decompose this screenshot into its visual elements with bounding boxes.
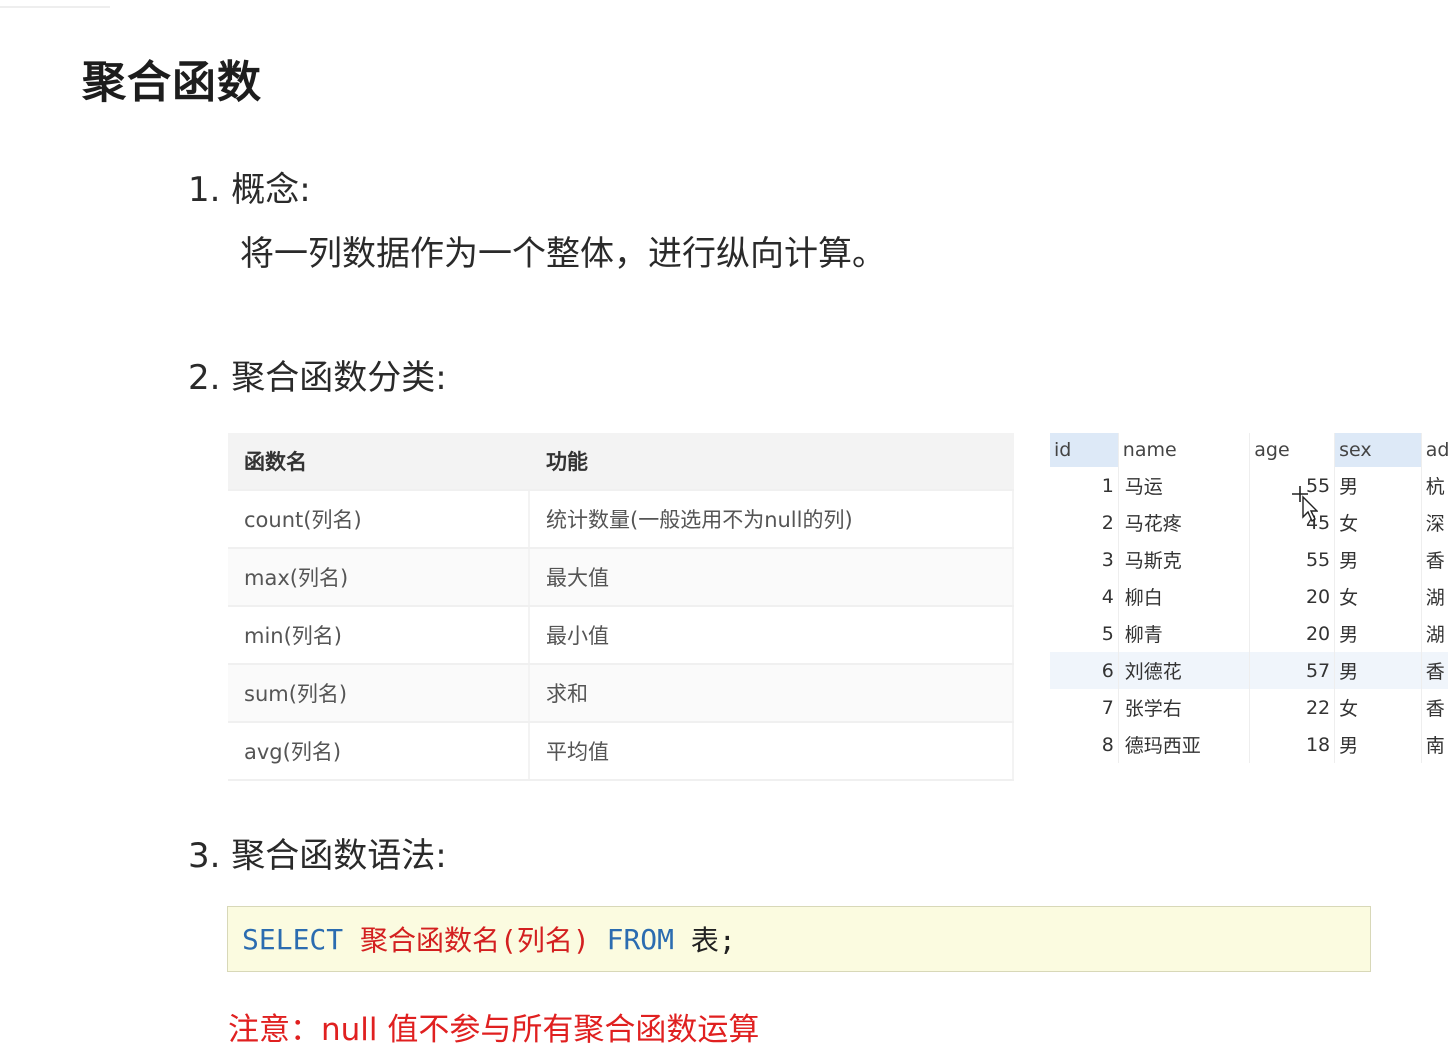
aggregate-function-text: 聚合函数名(列名) [360,924,590,957]
id-cell: 6 [1050,652,1119,689]
function-purpose-cell: 统计数量(一般选用不为null的列) [529,490,1014,549]
header-function-purpose: 功能 [529,433,1014,491]
address-cell: 杭 [1421,467,1448,504]
function-purpose-cell: 最小值 [529,606,1014,665]
function-name-cell: sum(列名) [228,664,530,723]
address-cell: 湖 [1421,615,1448,652]
column-header-id[interactable]: id [1050,433,1119,467]
top-divider [0,6,110,8]
table-row[interactable]: 5 柳青 20 男 湖 [1050,615,1448,652]
sex-cell: 女 [1334,689,1422,726]
table-row[interactable]: 3 马斯克 55 男 香 [1050,541,1448,578]
address-cell: 湖 [1421,578,1448,615]
name-cell: 马斯克 [1118,541,1251,578]
table-row[interactable]: 2 马花疼 45 女 深 [1050,504,1448,541]
id-cell: 8 [1050,726,1119,763]
age-cell: 55 [1249,541,1336,578]
table-row: count(列名) 统计数量(一般选用不为null的列) [228,490,1014,549]
table-text: 表; [690,924,736,957]
sex-cell: 男 [1334,615,1422,652]
sex-cell: 男 [1334,652,1422,689]
id-cell: 4 [1050,578,1119,615]
sex-cell: 女 [1334,578,1422,615]
table-row: sum(列名) 求和 [228,664,1014,723]
id-cell: 7 [1050,689,1119,726]
table-row: max(列名) 最大值 [228,548,1014,607]
sex-cell: 男 [1334,541,1422,578]
sample-data-table: id name age sex ad 1 马运 55 男 杭 2 马花疼 45 … [1050,433,1448,763]
select-keyword: SELECT [242,922,344,956]
concept-heading: 1. 概念: [188,170,311,210]
function-purpose-cell: 最大值 [529,548,1014,607]
name-cell: 马运 [1118,467,1251,504]
id-cell: 2 [1050,504,1119,541]
table-row[interactable]: 4 柳白 20 女 湖 [1050,578,1448,615]
age-cell: 20 [1249,578,1336,615]
null-note: 注意：null 值不参与所有聚合函数运算 [228,1012,760,1048]
age-cell: 20 [1249,615,1336,652]
function-name-cell: max(列名) [228,548,530,607]
id-cell: 1 [1050,467,1119,504]
name-cell: 张学右 [1118,689,1251,726]
table-row[interactable]: 1 马运 55 男 杭 [1050,467,1448,504]
column-header-address[interactable]: ad [1421,433,1448,467]
table-row: avg(列名) 平均值 [228,722,1014,781]
name-cell: 马花疼 [1118,504,1251,541]
name-cell: 刘德花 [1118,652,1251,689]
page-title: 聚合函数 [82,57,262,108]
column-header-age[interactable]: age [1249,433,1336,467]
id-cell: 3 [1050,541,1119,578]
address-cell: 深 [1421,504,1448,541]
sex-cell: 男 [1334,467,1422,504]
age-cell: 22 [1249,689,1336,726]
address-cell: 香 [1421,689,1448,726]
sex-cell: 女 [1334,504,1422,541]
column-header-name[interactable]: name [1118,433,1251,467]
sex-cell: 男 [1334,726,1422,763]
header-function-name: 函数名 [228,433,530,491]
mouse-cursor-icon [1292,486,1318,523]
table-row[interactable]: 6 刘德花 57 男 香 [1050,652,1448,689]
age-cell: 57 [1249,652,1336,689]
function-table: 函数名 功能 count(列名) 统计数量(一般选用不为null的列) max(… [228,433,1014,781]
code-block: SELECT 聚合函数名(列名) FROM 表; [227,906,1371,972]
function-table-header: 函数名 功能 [228,433,1014,491]
table-row[interactable]: 8 德玛西亚 18 男 南 [1050,726,1448,763]
categories-heading: 2. 聚合函数分类: [188,358,447,398]
name-cell: 柳青 [1118,615,1251,652]
syntax-heading: 3. 聚合函数语法: [188,836,447,876]
from-keyword: FROM [606,922,675,956]
function-purpose-cell: 求和 [529,664,1014,723]
address-cell: 南 [1421,726,1448,763]
table-row: min(列名) 最小值 [228,606,1014,665]
name-cell: 柳白 [1118,578,1251,615]
concept-body: 将一列数据作为一个整体，进行纵向计算。 [240,234,886,274]
page: 聚合函数 1. 概念: 将一列数据作为一个整体，进行纵向计算。 2. 聚合函数分… [0,0,1448,1061]
address-cell: 香 [1421,541,1448,578]
data-table-header: id name age sex ad [1050,433,1448,467]
name-cell: 德玛西亚 [1118,726,1251,763]
id-cell: 5 [1050,615,1119,652]
table-row[interactable]: 7 张学右 22 女 香 [1050,689,1448,726]
age-cell: 18 [1249,726,1336,763]
column-header-sex[interactable]: sex [1334,433,1422,467]
function-name-cell: count(列名) [228,490,530,549]
function-name-cell: min(列名) [228,606,530,665]
address-cell: 香 [1421,652,1448,689]
function-name-cell: avg(列名) [228,722,530,781]
function-purpose-cell: 平均值 [529,722,1014,781]
